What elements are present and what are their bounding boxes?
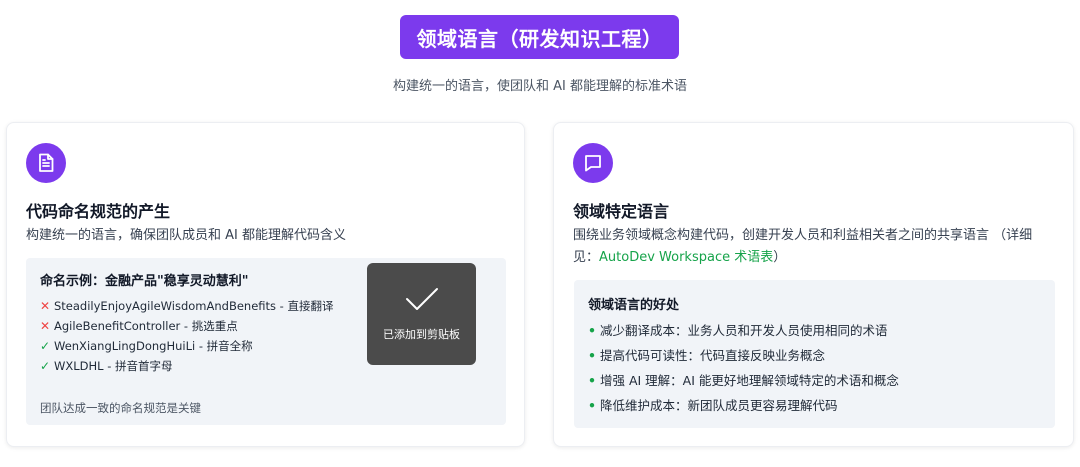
benefits-list: • 减少翻译成本：业务人员和开发人员使用相同的术语 • 提高代码可读性：代码直接反映… <box>588 318 899 418</box>
card-description: 围绕业务领域概念构建代码，创建开发人员和利益相关者之间的共享语言 （详细 见：A… <box>573 225 1055 269</box>
benefits-title: 领域语言的好处 <box>588 298 680 313</box>
example-note: 团队达成一致的命名规范是关键 <box>40 401 201 415</box>
list-item: • 提高代码可读性：代码直接反映业务概念 <box>588 343 899 368</box>
bullet-icon: • <box>588 323 596 338</box>
example-list: ✕ SteadilyEnjoyAgileWisdomAndBenefits - 直… <box>40 296 333 376</box>
benefit-text: 降低维护成本：新团队成员更容易理解代码 <box>600 398 838 413</box>
bullet-icon: • <box>588 398 596 413</box>
list-item: ✕ SteadilyEnjoyAgileWisdomAndBenefits - 直… <box>40 296 333 316</box>
example-text: WXLDHL - 拼音首字母 <box>54 359 173 373</box>
benefit-text: 减少翻译成本：业务人员和开发人员使用相同的术语 <box>600 323 888 338</box>
cross-icon: ✕ <box>40 319 51 333</box>
description-suffix: ） <box>773 250 787 265</box>
description-prefix: 见： <box>573 250 600 265</box>
bullet-icon: • <box>588 348 596 363</box>
page-subtitle: 构建统一的语言，使团队和 AI 都能理解的标准术语 <box>393 79 687 94</box>
list-item: ✓ WenXiangLingDongHuiLi - 拼音全称 <box>40 336 333 356</box>
check-icon: ✓ <box>40 359 51 373</box>
example-text: SteadilyEnjoyAgileWisdomAndBenefits - 直接… <box>54 299 334 313</box>
list-item: ✓ WXLDHL - 拼音首字母 <box>40 356 333 376</box>
benefit-text: 提高代码可读性：代码直接反映业务概念 <box>600 348 826 363</box>
card-description: 构建统一的语言，确保团队成员和 AI 都能理解代码含义 <box>26 228 346 243</box>
card-title: 领域特定语言 <box>573 202 670 221</box>
benefits-panel: 领域语言的好处 • 减少翻译成本：业务人员和开发人员使用相同的术语 • 提高代码可读… <box>574 280 1055 428</box>
check-icon: ✓ <box>40 339 51 353</box>
clipboard-toast: 已添加到剪贴板 <box>367 263 476 365</box>
page-title: 领域语言（研发知识工程） <box>400 15 679 59</box>
document-icon <box>26 143 66 183</box>
naming-convention-card: 代码命名规范的产生 构建统一的语言，确保团队成员和 AI 都能理解代码含义 命名… <box>6 122 525 447</box>
checkmark-icon <box>405 288 438 310</box>
description-text: 围绕业务领域概念构建代码，创建开发人员和利益相关者之间的共享语言 （详细 <box>573 228 1033 243</box>
toast-label: 已添加到剪贴板 <box>383 328 460 341</box>
list-item: • 减少翻译成本：业务人员和开发人员使用相同的术语 <box>588 318 899 343</box>
card-title: 代码命名规范的产生 <box>26 202 171 221</box>
glossary-link[interactable]: AutoDev Workspace 术语表 <box>599 250 773 265</box>
example-text: WenXiangLingDongHuiLi - 拼音全称 <box>54 339 253 353</box>
list-item: • 降低维护成本：新团队成员更容易理解代码 <box>588 393 899 418</box>
example-text: AgileBenefitController - 挑选重点 <box>54 319 238 333</box>
chat-bubble-icon <box>573 143 613 183</box>
bullet-icon: • <box>588 373 596 388</box>
cross-icon: ✕ <box>40 299 51 313</box>
list-item: • 增强 AI 理解：AI 能更好地理解领域特定的术语和概念 <box>588 368 899 393</box>
benefit-text: 增强 AI 理解：AI 能更好地理解领域特定的术语和概念 <box>600 373 899 388</box>
list-item: ✕ AgileBenefitController - 挑选重点 <box>40 316 333 336</box>
example-title: 命名示例：金融产品"稳享灵动慧利" <box>40 274 249 289</box>
domain-language-card: 领域特定语言 围绕业务领域概念构建代码，创建开发人员和利益相关者之间的共享语言 … <box>553 122 1074 447</box>
